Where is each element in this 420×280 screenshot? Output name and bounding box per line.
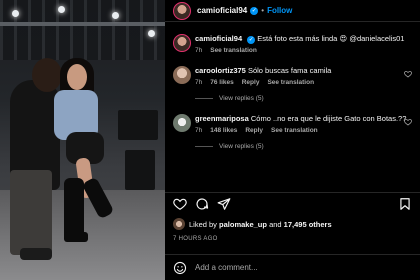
comment-item: caroolortiz375 Sólo buscas fama camila 7… [165, 66, 420, 86]
comment-bubble-icon[interactable] [195, 197, 209, 211]
comment-item: greenmariposa Cómo ..no era que le dijis… [165, 114, 420, 134]
post-side-panel: camioficial94 ✓ • Follow camioficial94 ✓… [165, 0, 420, 280]
caption-time[interactable]: 7h [195, 47, 202, 54]
replies-line [195, 146, 213, 147]
author-username[interactable]: camioficial94 [197, 6, 247, 15]
comment-see-translation[interactable]: See translation [271, 127, 318, 134]
comment-username[interactable]: caroolortiz375 [195, 66, 246, 75]
add-comment-input[interactable]: Add a comment... [195, 263, 258, 272]
caption-avatar[interactable] [173, 34, 191, 52]
share-paper-plane-icon[interactable] [217, 197, 231, 211]
header-separator: • [261, 6, 265, 15]
comment-meta: 7h 148 likes Reply See translation [195, 127, 412, 134]
stage-light [58, 6, 65, 13]
caption-see-translation[interactable]: See translation [210, 47, 257, 54]
comment-see-translation[interactable]: See translation [267, 79, 314, 86]
comment-time[interactable]: 7h [195, 79, 202, 86]
comment-likes[interactable]: 76 likes [210, 79, 234, 86]
comment-username[interactable]: greenmariposa [195, 114, 249, 123]
person-right-platform [64, 232, 88, 242]
comment-avatar[interactable] [173, 66, 191, 84]
person-left-shoes [20, 248, 52, 260]
emoji-smiley-icon[interactable] [173, 261, 187, 275]
comment-text: Sólo buscas fama camila [247, 66, 332, 75]
stage-truss [0, 0, 165, 60]
stage-light [112, 12, 119, 19]
author-avatar[interactable] [173, 1, 191, 20]
post-timestamp[interactable]: 7 HOURS AGO [173, 236, 218, 242]
likes-summary: Liked by palomake_up and 17,495 others [173, 218, 332, 230]
comment-like-heart-icon[interactable] [404, 70, 412, 78]
comment-likes[interactable]: 148 likes [210, 127, 237, 134]
caption-username[interactable]: camioficial94 [195, 34, 242, 43]
verified-badge-icon: ✓ [247, 36, 256, 44]
comment-like-heart-icon[interactable] [404, 118, 412, 126]
person-right-boot [64, 178, 84, 240]
comment-text-block: caroolortiz375 Sólo buscas fama camila [195, 66, 412, 76]
like-heart-icon[interactable] [173, 197, 187, 211]
post-header: camioficial94 ✓ • Follow [165, 0, 420, 22]
comments-list: camioficial94 ✓ Está foto esta más linda… [165, 26, 420, 150]
comment-time[interactable]: 7h [195, 127, 202, 134]
caption-text: Está foto esta más linda 😍 @danielacelis… [257, 34, 405, 43]
comment-avatar[interactable] [173, 114, 191, 132]
view-replies-button[interactable]: View replies (5) [165, 143, 420, 150]
person-left-legs [10, 170, 52, 255]
add-comment-bar: Add a comment... [165, 254, 420, 280]
stage-equipment [125, 150, 155, 190]
replies-line [195, 98, 213, 99]
stage-light [12, 10, 19, 17]
instagram-post-view: camioficial94 ✓ • Follow camioficial94 ✓… [0, 0, 420, 280]
post-actions-bar [165, 192, 420, 214]
comment-meta: 7h 76 likes Reply See translation [195, 79, 412, 86]
liker-username[interactable]: palomake_up [219, 220, 267, 229]
verified-badge-icon: ✓ [250, 6, 259, 15]
person-left-head [32, 58, 62, 92]
post-photo[interactable] [0, 0, 165, 280]
view-replies-button[interactable]: View replies (5) [165, 95, 420, 102]
caption: camioficial94 ✓ Está foto esta más linda… [165, 34, 420, 54]
view-replies-label: View replies (5) [219, 143, 264, 150]
caption-text-block: camioficial94 ✓ Está foto esta más linda… [195, 34, 412, 44]
likes-others[interactable]: 17,495 others [284, 220, 332, 229]
comment-text: Cómo ..no era que le dijiste Gato con Bo… [250, 114, 407, 123]
view-replies-label: View replies (5) [219, 95, 264, 102]
stage-equipment [118, 110, 158, 140]
comment-reply-button[interactable]: Reply [245, 127, 263, 134]
bookmark-icon[interactable] [398, 197, 412, 211]
follow-button[interactable]: Follow [267, 6, 292, 15]
person-right-face [67, 64, 87, 90]
likes-prefix: Liked by [189, 219, 217, 229]
likes-and: and [269, 219, 282, 229]
stage-light [148, 30, 155, 37]
liker-avatar[interactable] [173, 218, 185, 230]
comment-text-block: greenmariposa Cómo ..no era que le dijis… [195, 114, 412, 124]
caption-meta: 7h See translation [195, 47, 412, 54]
stage-truss-bar [0, 22, 165, 26]
comment-reply-button[interactable]: Reply [242, 79, 260, 86]
